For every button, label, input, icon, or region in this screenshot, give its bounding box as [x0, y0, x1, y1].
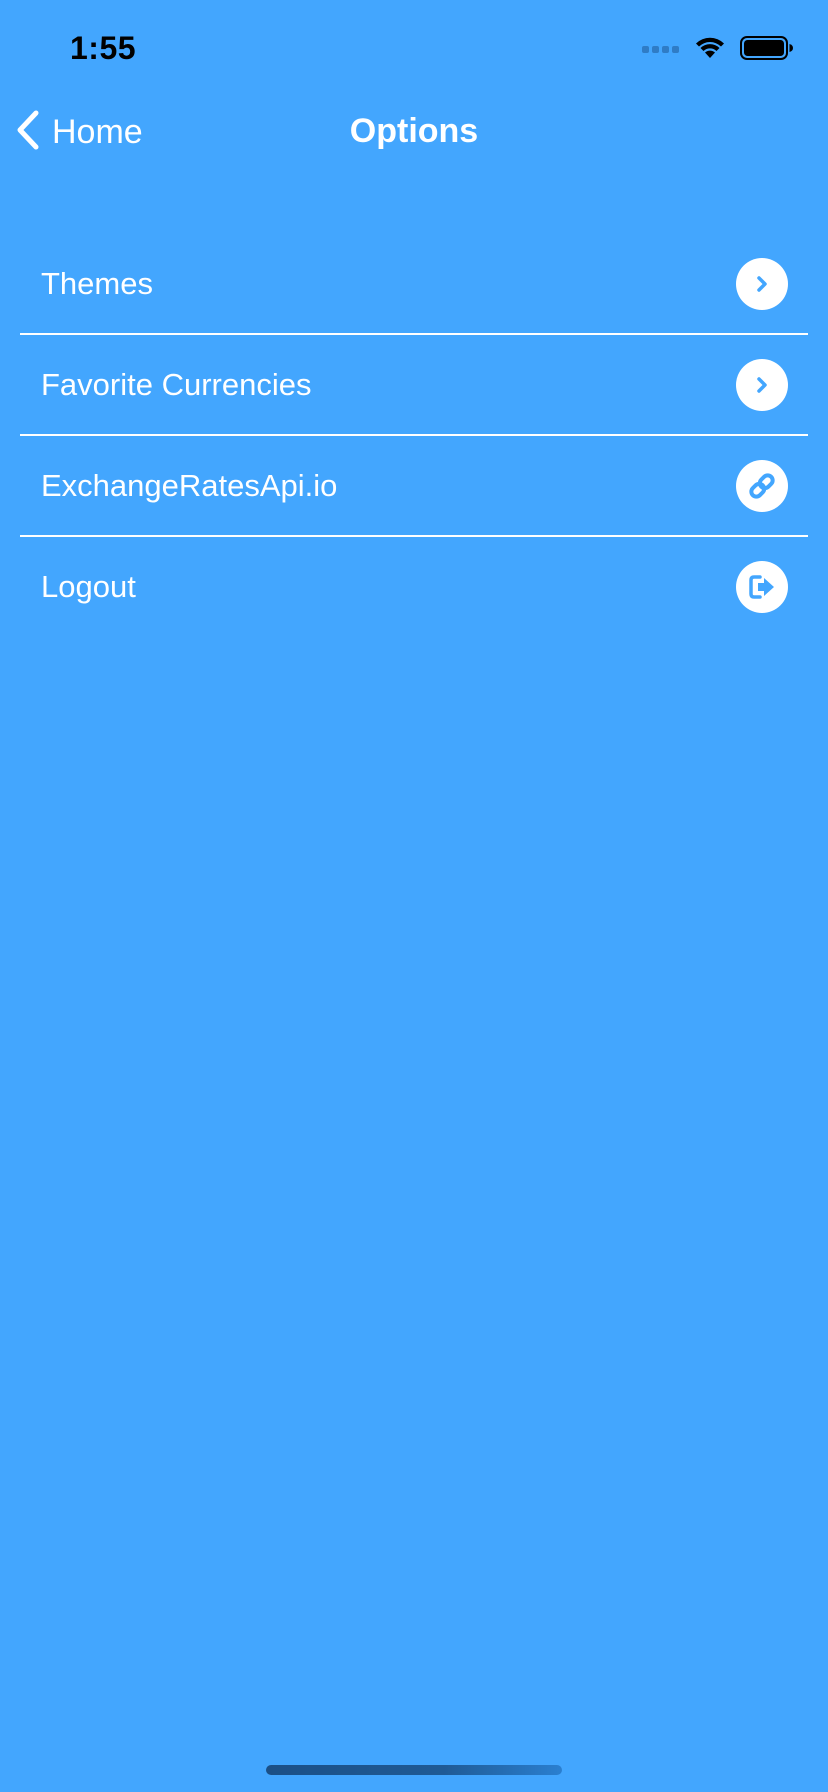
- navigation-bar: Home Options: [0, 100, 828, 164]
- wifi-icon: [694, 36, 726, 65]
- chevron-right-icon[interactable]: [736, 257, 788, 310]
- option-exchange-rates-api[interactable]: ExchangeRatesApi.io: [20, 436, 808, 537]
- status-time: 1:55: [70, 30, 137, 66]
- option-label: Favorite Currencies: [41, 366, 312, 402]
- status-icons: [642, 35, 794, 66]
- link-icon[interactable]: [736, 459, 788, 512]
- option-themes[interactable]: Themes: [20, 234, 808, 335]
- logout-icon[interactable]: [736, 560, 788, 613]
- option-logout[interactable]: Logout: [20, 537, 808, 636]
- home-indicator: [266, 1765, 562, 1775]
- option-label: ExchangeRatesApi.io: [41, 467, 338, 503]
- option-label: Themes: [41, 265, 153, 301]
- options-list: Themes Favorite Currencies ExchangeRates…: [20, 234, 808, 636]
- status-bar: 1:55: [0, 0, 828, 100]
- option-favorite-currencies[interactable]: Favorite Currencies: [20, 335, 808, 436]
- option-label: Logout: [41, 568, 136, 604]
- chevron-right-icon[interactable]: [736, 358, 788, 411]
- signal-icon: [642, 41, 680, 59]
- battery-icon: [740, 35, 794, 66]
- page-title: Options: [349, 112, 479, 150]
